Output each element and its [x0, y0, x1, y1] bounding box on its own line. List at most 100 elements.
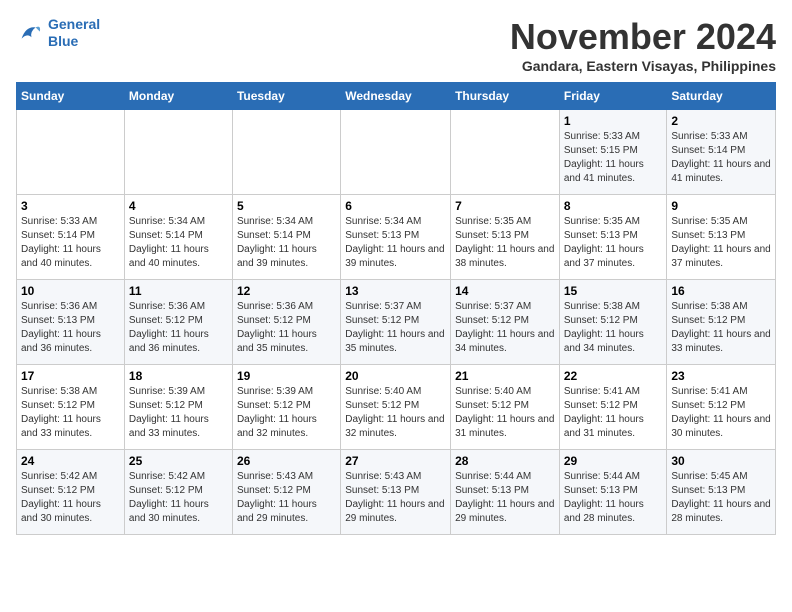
day-number: 12: [237, 284, 336, 298]
day-number: 27: [345, 454, 446, 468]
calendar-cell: 18 Sunrise: 5:39 AM Sunset: 5:12 PM Dayli…: [124, 365, 232, 450]
calendar-week-row: 3 Sunrise: 5:33 AM Sunset: 5:14 PM Daylig…: [17, 195, 776, 280]
day-number: 21: [455, 369, 555, 383]
weekday-header: Wednesday: [341, 83, 451, 110]
calendar-week-row: 10Sunrise: 5:36 AM Sunset: 5:13 PM Dayli…: [17, 280, 776, 365]
day-detail: Sunrise: 5:44 AM Sunset: 5:13 PM Dayligh…: [455, 470, 555, 526]
calendar-week-row: 17 Sunrise: 5:38 AM Sunset: 5:12 PM Dayli…: [17, 365, 776, 450]
calendar-cell: 5 Sunrise: 5:34 AM Sunset: 5:14 PM Daylig…: [232, 195, 340, 280]
title-block: November 2024 Gandara, Eastern Visayas, …: [510, 16, 776, 74]
day-detail: Sunrise: 5:33 AM Sunset: 5:15 PM Dayligh…: [564, 130, 663, 186]
day-detail: Sunrise: 5:43 AM Sunset: 5:12 PM Dayligh…: [237, 470, 336, 526]
day-number: 29: [564, 454, 663, 468]
calendar-cell: 1 Sunrise: 5:33 AM Sunset: 5:15 PM Daylig…: [559, 110, 667, 195]
calendar-cell: 28 Sunrise: 5:44 AM Sunset: 5:13 PM Dayli…: [451, 450, 560, 535]
calendar-cell: 15 Sunrise: 5:38 AM Sunset: 5:12 PM Dayli…: [559, 280, 667, 365]
calendar-cell: 9Sunrise: 5:35 AM Sunset: 5:13 PM Daylig…: [667, 195, 776, 280]
day-number: 1: [564, 114, 663, 128]
day-number: 5: [237, 199, 336, 213]
day-number: 7: [455, 199, 555, 213]
calendar-cell: 11 Sunrise: 5:36 AM Sunset: 5:12 PM Dayli…: [124, 280, 232, 365]
calendar-cell: 4 Sunrise: 5:34 AM Sunset: 5:14 PM Daylig…: [124, 195, 232, 280]
calendar-cell: 6 Sunrise: 5:34 AM Sunset: 5:13 PM Daylig…: [341, 195, 451, 280]
day-number: 9: [671, 199, 771, 213]
weekday-header-row: SundayMondayTuesdayWednesdayThursdayFrid…: [17, 83, 776, 110]
weekday-header: Friday: [559, 83, 667, 110]
day-number: 23: [671, 369, 771, 383]
page-header: General Blue November 2024 Gandara, East…: [16, 16, 776, 74]
day-detail: Sunrise: 5:42 AM Sunset: 5:12 PM Dayligh…: [129, 470, 228, 526]
day-detail: Sunrise: 5:38 AM Sunset: 5:12 PM Dayligh…: [671, 300, 771, 356]
day-detail: Sunrise: 5:34 AM Sunset: 5:14 PM Dayligh…: [129, 215, 228, 271]
weekday-header: Thursday: [451, 83, 560, 110]
calendar-cell: 7 Sunrise: 5:35 AM Sunset: 5:13 PM Daylig…: [451, 195, 560, 280]
day-number: 11: [129, 284, 228, 298]
logo: General Blue: [16, 16, 100, 50]
day-detail: Sunrise: 5:40 AM Sunset: 5:12 PM Dayligh…: [455, 385, 555, 441]
day-detail: Sunrise: 5:36 AM Sunset: 5:12 PM Dayligh…: [237, 300, 336, 356]
day-detail: Sunrise: 5:34 AM Sunset: 5:14 PM Dayligh…: [237, 215, 336, 271]
calendar-cell: [451, 110, 560, 195]
calendar-cell: 19 Sunrise: 5:39 AM Sunset: 5:12 PM Dayli…: [232, 365, 340, 450]
day-number: 19: [237, 369, 336, 383]
day-number: 2: [671, 114, 771, 128]
calendar-header: SundayMondayTuesdayWednesdayThursdayFrid…: [17, 83, 776, 110]
day-detail: Sunrise: 5:34 AM Sunset: 5:13 PM Dayligh…: [345, 215, 446, 271]
calendar-cell: [124, 110, 232, 195]
day-number: 28: [455, 454, 555, 468]
day-detail: Sunrise: 5:35 AM Sunset: 5:13 PM Dayligh…: [564, 215, 663, 271]
calendar-cell: 22 Sunrise: 5:41 AM Sunset: 5:12 PM Dayli…: [559, 365, 667, 450]
day-detail: Sunrise: 5:39 AM Sunset: 5:12 PM Dayligh…: [129, 385, 228, 441]
day-number: 30: [671, 454, 771, 468]
day-detail: Sunrise: 5:45 AM Sunset: 5:13 PM Dayligh…: [671, 470, 771, 526]
day-detail: Sunrise: 5:38 AM Sunset: 5:12 PM Dayligh…: [564, 300, 663, 356]
calendar-cell: 27 Sunrise: 5:43 AM Sunset: 5:13 PM Dayli…: [341, 450, 451, 535]
day-number: 13: [345, 284, 446, 298]
day-detail: Sunrise: 5:37 AM Sunset: 5:12 PM Dayligh…: [455, 300, 555, 356]
logo-text: General Blue: [48, 16, 100, 50]
day-detail: Sunrise: 5:38 AM Sunset: 5:12 PM Dayligh…: [21, 385, 120, 441]
day-number: 3: [21, 199, 120, 213]
calendar-cell: 3 Sunrise: 5:33 AM Sunset: 5:14 PM Daylig…: [17, 195, 125, 280]
calendar-week-row: 1 Sunrise: 5:33 AM Sunset: 5:15 PM Daylig…: [17, 110, 776, 195]
day-detail: Sunrise: 5:33 AM Sunset: 5:14 PM Dayligh…: [21, 215, 120, 271]
calendar-cell: 21 Sunrise: 5:40 AM Sunset: 5:12 PM Dayli…: [451, 365, 560, 450]
calendar-week-row: 24 Sunrise: 5:42 AM Sunset: 5:12 PM Dayli…: [17, 450, 776, 535]
day-detail: Sunrise: 5:44 AM Sunset: 5:13 PM Dayligh…: [564, 470, 663, 526]
calendar-cell: [341, 110, 451, 195]
day-number: 22: [564, 369, 663, 383]
day-detail: Sunrise: 5:39 AM Sunset: 5:12 PM Dayligh…: [237, 385, 336, 441]
day-number: 6: [345, 199, 446, 213]
calendar-cell: 29 Sunrise: 5:44 AM Sunset: 5:13 PM Dayli…: [559, 450, 667, 535]
day-number: 26: [237, 454, 336, 468]
calendar-cell: 16 Sunrise: 5:38 AM Sunset: 5:12 PM Dayli…: [667, 280, 776, 365]
day-number: 17: [21, 369, 120, 383]
weekday-header: Saturday: [667, 83, 776, 110]
day-detail: Sunrise: 5:37 AM Sunset: 5:12 PM Dayligh…: [345, 300, 446, 356]
location: Gandara, Eastern Visayas, Philippines: [510, 58, 776, 74]
weekday-header: Monday: [124, 83, 232, 110]
calendar-cell: 14Sunrise: 5:37 AM Sunset: 5:12 PM Dayli…: [451, 280, 560, 365]
calendar-cell: 2Sunrise: 5:33 AM Sunset: 5:14 PM Daylig…: [667, 110, 776, 195]
calendar-cell: 24Sunrise: 5:42 AM Sunset: 5:12 PM Dayli…: [17, 450, 125, 535]
day-number: 16: [671, 284, 771, 298]
weekday-header: Tuesday: [232, 83, 340, 110]
weekday-header: Sunday: [17, 83, 125, 110]
day-detail: Sunrise: 5:41 AM Sunset: 5:12 PM Dayligh…: [564, 385, 663, 441]
day-number: 20: [345, 369, 446, 383]
calendar-table: SundayMondayTuesdayWednesdayThursdayFrid…: [16, 82, 776, 535]
day-detail: Sunrise: 5:43 AM Sunset: 5:13 PM Dayligh…: [345, 470, 446, 526]
day-number: 24: [21, 454, 120, 468]
day-number: 25: [129, 454, 228, 468]
calendar-cell: 20Sunrise: 5:40 AM Sunset: 5:12 PM Dayli…: [341, 365, 451, 450]
day-number: 15: [564, 284, 663, 298]
calendar-cell: [232, 110, 340, 195]
day-detail: Sunrise: 5:35 AM Sunset: 5:13 PM Dayligh…: [455, 215, 555, 271]
day-number: 18: [129, 369, 228, 383]
calendar-cell: [17, 110, 125, 195]
calendar-cell: 26 Sunrise: 5:43 AM Sunset: 5:12 PM Dayli…: [232, 450, 340, 535]
day-detail: Sunrise: 5:36 AM Sunset: 5:12 PM Dayligh…: [129, 300, 228, 356]
month-title: November 2024: [510, 16, 776, 58]
day-number: 4: [129, 199, 228, 213]
logo-icon: [16, 19, 44, 47]
